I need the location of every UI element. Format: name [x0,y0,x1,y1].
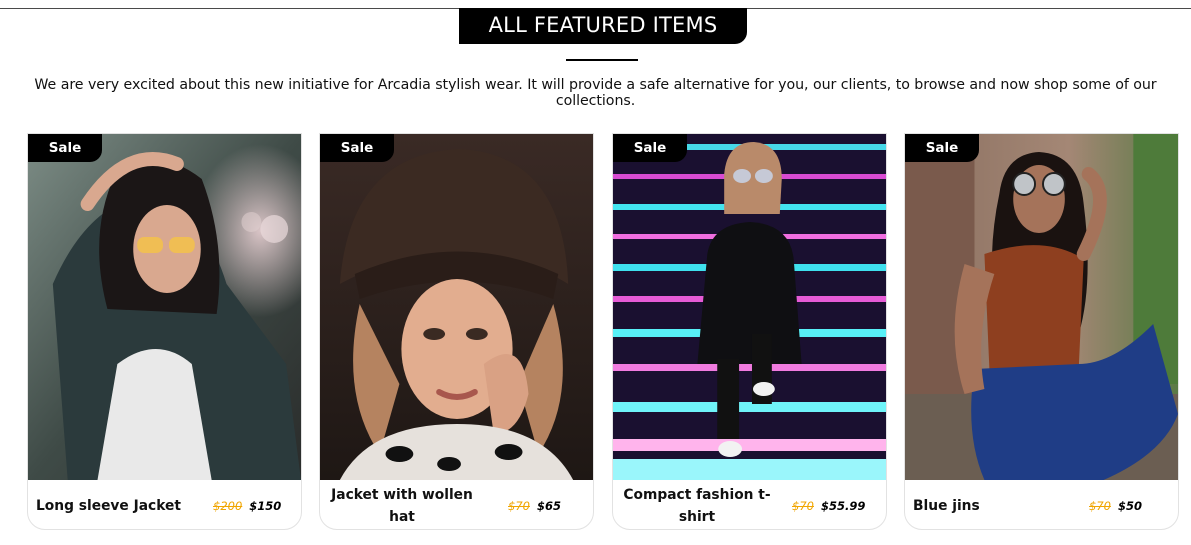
sale-badge: Sale [613,134,687,162]
product-name[interactable]: Compact fashion t-shirt [621,484,773,528]
sale-badge: Sale [905,134,979,162]
product-card[interactable]: Sale Blue jins $70 $50 [904,133,1179,530]
product-prices: $70 $65 [508,499,561,513]
sale-badge: Sale [320,134,394,162]
product-info: Compact fashion t-shirt $70 $55.99 [613,480,886,529]
product-info: Long sleeve Jacket $200 $150 [28,480,301,529]
product-image[interactable] [28,134,301,480]
new-price: $65 [536,498,561,513]
product-image[interactable] [613,134,886,480]
section-title: ALL FEATURED ITEMS [459,8,747,44]
product-card[interactable]: Sale Long sleeve Jacket $200 $150 [27,133,302,530]
product-prices: $200 $150 [213,499,281,513]
product-name[interactable]: Blue jins [913,495,1088,517]
old-price: $70 [1089,498,1111,513]
new-price: $50 [1117,498,1142,513]
product-image[interactable] [905,134,1178,480]
old-price: $70 [792,498,814,513]
old-price: $70 [508,498,530,513]
product-info: Blue jins $70 $50 [905,480,1178,529]
title-underline [566,59,638,61]
old-price: $200 [213,498,243,513]
intro-text: We are very excited about this new initi… [34,77,1157,109]
product-name[interactable]: Jacket with wollen hat [328,484,476,528]
product-prices: $70 $50 [1089,499,1142,513]
new-price: $150 [249,498,282,513]
sale-badge: Sale [28,134,102,162]
product-card[interactable]: Sale Jacket with wollen hat $70 $65 [319,133,594,530]
product-image[interactable] [320,134,593,480]
product-name[interactable]: Long sleeve Jacket [36,495,198,517]
section-title-text: ALL FEATURED ITEMS [488,12,718,37]
product-info: Jacket with wollen hat $70 $65 [320,480,593,529]
new-price: $55.99 [820,498,866,513]
product-card[interactable]: Sale Compact fashion t-shirt $70 $55.99 [612,133,887,530]
product-prices: $70 $55.99 [792,499,865,513]
